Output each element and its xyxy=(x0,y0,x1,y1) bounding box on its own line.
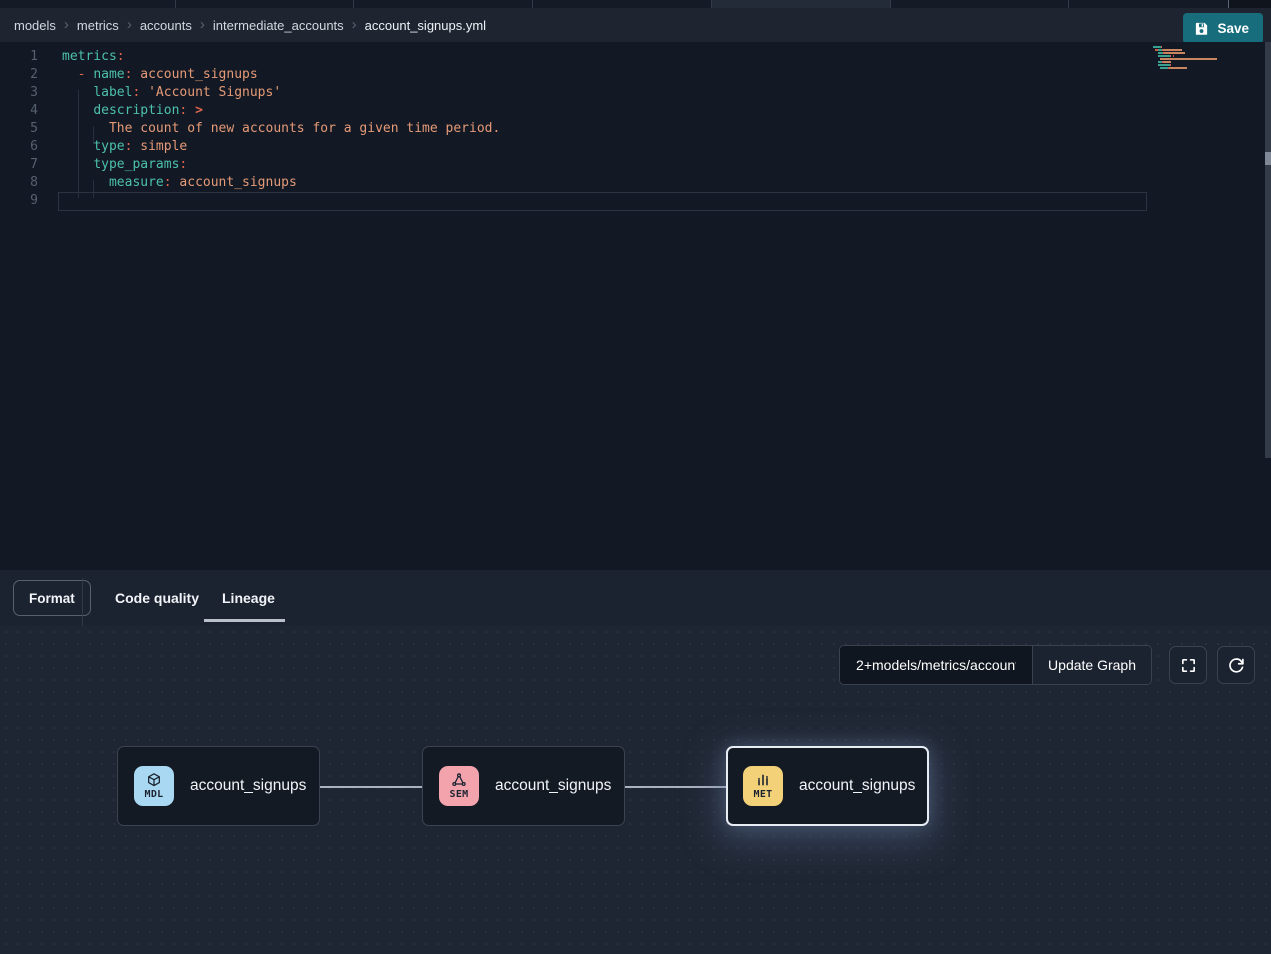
editor-tab-strip xyxy=(0,0,1271,8)
chevron-right-icon: › xyxy=(200,17,205,34)
node-label: account_signups xyxy=(190,777,306,795)
lineage-toolbar: Update Graph xyxy=(839,645,1255,685)
node-label: account_signups xyxy=(495,777,611,795)
panel-divider xyxy=(82,578,83,626)
lineage-node-model[interactable]: MDL account_signups xyxy=(117,746,320,826)
breadcrumb-bar: models › metrics › accounts › intermedia… xyxy=(0,8,1271,42)
breadcrumb-item-models[interactable]: models xyxy=(14,18,56,33)
tab-lineage[interactable]: Lineage xyxy=(222,570,275,626)
line-number: 5 xyxy=(0,120,38,138)
line-number: 2 xyxy=(0,66,38,84)
line-number: 3 xyxy=(0,84,38,102)
lineage-edge xyxy=(625,786,727,788)
active-line-highlight xyxy=(58,192,1147,211)
lineage-edge xyxy=(320,786,422,788)
badge-code: SEM xyxy=(450,789,469,800)
save-icon xyxy=(1194,21,1209,36)
scrollbar-thumb[interactable] xyxy=(1265,152,1271,165)
lineage-node-semantic-model[interactable]: SEM account_signups xyxy=(422,746,625,826)
metric-badge: MET xyxy=(743,766,783,806)
line-number: 7 xyxy=(0,156,38,174)
breadcrumb-item-metrics[interactable]: metrics xyxy=(77,18,119,33)
refresh-icon xyxy=(1228,657,1245,674)
format-button[interactable]: Format xyxy=(13,580,91,616)
tab-code-quality[interactable]: Code quality xyxy=(115,570,199,626)
editor-tab[interactable] xyxy=(354,0,533,8)
lineage-selector-input[interactable] xyxy=(840,646,1032,684)
line-number: 1 xyxy=(0,48,38,66)
code-line: 1metrics: xyxy=(0,48,1271,66)
tab-strip-endcap xyxy=(1229,0,1271,8)
lineage-node-metric[interactable]: MET account_signups xyxy=(726,746,929,826)
editor-tab[interactable] xyxy=(1069,0,1229,8)
badge-code: MET xyxy=(754,789,773,800)
editor-tab[interactable] xyxy=(0,0,176,8)
line-number: 4 xyxy=(0,102,38,120)
save-button-label: Save xyxy=(1217,21,1249,36)
indent-guide xyxy=(78,90,79,198)
indent-guide xyxy=(93,126,94,144)
bottom-panel-tabs: Format Code quality Lineage xyxy=(0,570,1271,626)
breadcrumb-item-file[interactable]: account_signups.yml xyxy=(365,18,486,33)
editor-tab[interactable] xyxy=(176,0,354,8)
breadcrumb-item-accounts[interactable]: accounts xyxy=(140,18,192,33)
code-editor[interactable]: 1metrics:2 - name: account_signups3 labe… xyxy=(0,42,1271,570)
bar-chart-icon xyxy=(755,772,771,788)
refresh-button[interactable] xyxy=(1217,646,1255,684)
code-line: 8 measure: account_signups xyxy=(0,174,1271,192)
breadcrumb: models › metrics › accounts › intermedia… xyxy=(14,17,486,34)
app-root: models › metrics › accounts › intermedia… xyxy=(0,0,1271,954)
fullscreen-icon xyxy=(1180,657,1197,674)
line-number: 9 xyxy=(0,192,38,210)
minimap[interactable] xyxy=(1153,46,1243,73)
badge-code: MDL xyxy=(145,789,164,800)
editor-tab[interactable] xyxy=(533,0,712,8)
update-graph-button[interactable]: Update Graph xyxy=(1032,646,1151,684)
chevron-right-icon: › xyxy=(352,17,357,34)
active-tab-underline xyxy=(204,619,285,622)
node-label: account_signups xyxy=(799,777,915,795)
lineage-panel: Update Graph xyxy=(0,626,1271,954)
model-badge: MDL xyxy=(134,766,174,806)
code-line: 7 type_params: xyxy=(0,156,1271,174)
editor-tab-active[interactable] xyxy=(712,0,891,8)
cube-icon xyxy=(146,772,162,788)
semantic-model-badge: SEM xyxy=(439,766,479,806)
scrollbar[interactable] xyxy=(1265,42,1271,458)
line-number: 8 xyxy=(0,174,38,192)
chevron-right-icon: › xyxy=(127,17,132,34)
line-number: 6 xyxy=(0,138,38,156)
editor-tab[interactable] xyxy=(891,0,1069,8)
chevron-right-icon: › xyxy=(64,17,69,34)
code-lines: 1metrics:2 - name: account_signups3 labe… xyxy=(0,48,1271,210)
breadcrumb-item-intermediate-accounts[interactable]: intermediate_accounts xyxy=(213,18,344,33)
code-line: 6 type: simple xyxy=(0,138,1271,156)
code-line: 4 description: > xyxy=(0,102,1271,120)
code-line: 2 - name: account_signups xyxy=(0,66,1271,84)
lineage-selector-group: Update Graph xyxy=(839,645,1152,685)
fullscreen-button[interactable] xyxy=(1169,646,1207,684)
semantic-network-icon xyxy=(451,772,467,788)
code-line: 5 The count of new accounts for a given … xyxy=(0,120,1271,138)
code-line: 3 label: 'Account Signups' xyxy=(0,84,1271,102)
save-button[interactable]: Save xyxy=(1183,13,1263,44)
